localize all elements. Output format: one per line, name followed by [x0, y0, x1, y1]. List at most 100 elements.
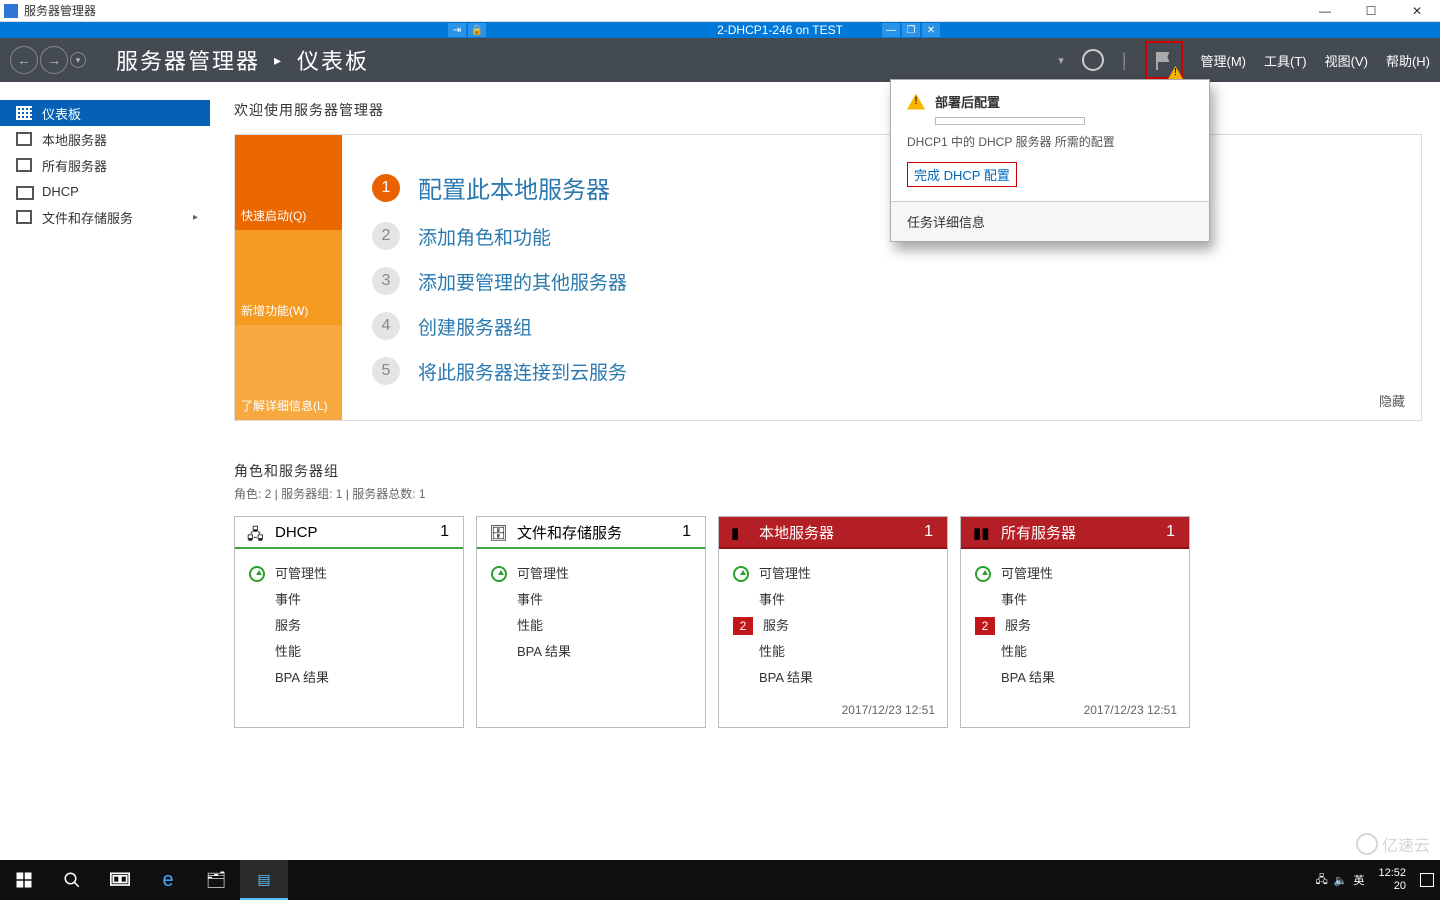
- sidebar-item-file-storage[interactable]: 文件和存储服务 ▸: [0, 204, 210, 230]
- search-icon: [63, 871, 81, 889]
- roles-section-title: 角色和服务器组: [234, 461, 1422, 481]
- nav-back-button[interactable]: ←: [10, 46, 38, 74]
- notifications-flag-button[interactable]: [1145, 41, 1183, 79]
- tile-row-performance[interactable]: 性能: [1001, 639, 1027, 665]
- sidebar-label: DHCP: [42, 184, 79, 199]
- tile-row-services[interactable]: 服务: [1005, 613, 1031, 639]
- tile-row-services[interactable]: 服务: [275, 613, 301, 639]
- tray-volume-icon[interactable]: 🔈: [1334, 874, 1348, 887]
- vm-pin-icon[interactable]: ⇥: [448, 23, 466, 37]
- alert-badge: 2: [733, 617, 753, 635]
- sidebar-item-all-servers[interactable]: 所有服务器: [0, 152, 210, 178]
- flag-icon: [1154, 50, 1174, 70]
- step-number: 5: [372, 357, 400, 385]
- tile-title: DHCP: [275, 524, 318, 541]
- tile-file-storage[interactable]: 🗄 文件和存储服务 1 可管理性 事件 性能 BPA 结果: [476, 516, 706, 728]
- nav-dropdown-button[interactable]: ▾: [70, 52, 86, 68]
- status-up-icon: [975, 566, 991, 582]
- dashboard-icon: [16, 106, 32, 120]
- taskbar-taskview-button[interactable]: [96, 860, 144, 900]
- refresh-icon[interactable]: [1082, 49, 1104, 71]
- menu-help[interactable]: 帮助(H): [1386, 51, 1430, 70]
- tile-timestamp: 2017/12/23 12:51: [961, 697, 1189, 727]
- storage-icon: [16, 210, 32, 224]
- start-button[interactable]: [0, 860, 48, 900]
- tile-row-performance[interactable]: 性能: [517, 613, 543, 639]
- alert-badge: 2: [975, 617, 995, 635]
- tray-clock[interactable]: 12:52 20: [1370, 867, 1414, 893]
- vm-lock-icon[interactable]: 🔒: [468, 23, 486, 37]
- tile-row-manageability[interactable]: 可管理性: [1001, 561, 1053, 587]
- header-dropdown-icon[interactable]: ▾: [1058, 54, 1064, 67]
- taskbar-explorer-button[interactable]: 🗂: [192, 860, 240, 900]
- complete-dhcp-config-link[interactable]: 完成 DHCP 配置: [907, 162, 1017, 187]
- host-minimize-button[interactable]: ―: [1302, 0, 1348, 22]
- step-add-other-servers[interactable]: 添加要管理的其他服务器: [418, 268, 627, 295]
- step-connect-cloud[interactable]: 将此服务器连接到云服务: [418, 358, 627, 385]
- sidebar-label: 仪表板: [42, 104, 81, 123]
- clock-date: 20: [1378, 880, 1406, 893]
- tile-row-manageability[interactable]: 可管理性: [275, 561, 327, 587]
- vm-minimize-button[interactable]: ―: [882, 23, 900, 37]
- host-maximize-button[interactable]: ☐: [1348, 0, 1394, 22]
- folder-icon: 🗂: [206, 870, 226, 890]
- tile-row-performance[interactable]: 性能: [275, 639, 301, 665]
- taskbar-ie-button[interactable]: e: [144, 860, 192, 900]
- tile-footer: [235, 697, 463, 727]
- hero-tab-learnmore[interactable]: 了解详细信息(L): [235, 325, 342, 420]
- tray-network-icon[interactable]: 🖧: [1316, 871, 1328, 890]
- step-configure-local-server[interactable]: 配置此本地服务器: [418, 170, 610, 205]
- chevron-right-icon: ▸: [193, 212, 198, 223]
- host-close-button[interactable]: ✕: [1394, 0, 1440, 22]
- sidebar-item-dhcp[interactable]: DHCP: [0, 178, 210, 204]
- step-add-roles[interactable]: 添加角色和功能: [418, 223, 551, 250]
- menu-view[interactable]: 视图(V): [1325, 51, 1368, 70]
- sidebar-item-local-server[interactable]: 本地服务器: [0, 126, 210, 152]
- tray-notifications-icon[interactable]: [1420, 873, 1434, 887]
- hero-hide-link[interactable]: 隐藏: [1379, 391, 1405, 410]
- hero-tab-quickstart[interactable]: 快速启动(Q): [235, 135, 342, 230]
- server-icon: ▮: [731, 524, 747, 540]
- tile-dhcp[interactable]: 🖧 DHCP 1 可管理性 事件 服务 性能 BPA 结果: [234, 516, 464, 728]
- watermark-icon: [1356, 833, 1378, 855]
- tile-row-services[interactable]: 服务: [763, 613, 789, 639]
- taskbar-search-button[interactable]: [48, 860, 96, 900]
- tile-row-performance[interactable]: 性能: [759, 639, 785, 665]
- tile-local-server[interactable]: ▮ 本地服务器 1 可管理性 事件 2服务 性能 BPA 结果 2017/12/…: [718, 516, 948, 728]
- main-content: 欢迎使用服务器管理器 快速启动(Q) 新增功能(W) 了解详细信息(L) 1配置…: [210, 82, 1440, 860]
- tile-title: 所有服务器: [1001, 522, 1076, 543]
- status-up-icon: [733, 566, 749, 582]
- tile-row-bpa[interactable]: BPA 结果: [275, 665, 329, 691]
- dhcp-icon: 🖧: [247, 524, 263, 540]
- tile-footer: [477, 697, 705, 727]
- nav-forward-button[interactable]: →: [40, 46, 68, 74]
- tile-row-bpa[interactable]: BPA 结果: [517, 639, 571, 665]
- taskbar-server-manager-button[interactable]: ▤: [240, 860, 288, 900]
- sidebar-item-dashboard[interactable]: 仪表板: [0, 100, 210, 126]
- sidebar-label: 文件和存储服务: [42, 208, 133, 227]
- host-window-title: 服务器管理器: [24, 2, 96, 19]
- breadcrumb-page: 仪表板: [297, 44, 369, 76]
- warning-icon: [907, 94, 925, 110]
- sidebar-label: 本地服务器: [42, 130, 107, 149]
- tile-row-events[interactable]: 事件: [275, 587, 301, 613]
- vm-close-button[interactable]: ✕: [922, 23, 940, 37]
- breadcrumb-root[interactable]: 服务器管理器: [116, 44, 260, 76]
- menu-tools[interactable]: 工具(T): [1264, 51, 1307, 70]
- tile-row-manageability[interactable]: 可管理性: [517, 561, 569, 587]
- flyout-task-details-link[interactable]: 任务详细信息: [891, 201, 1209, 241]
- tile-row-bpa[interactable]: BPA 结果: [759, 665, 813, 691]
- hero-tab-whatsnew[interactable]: 新增功能(W): [235, 230, 342, 325]
- tile-row-events[interactable]: 事件: [759, 587, 785, 613]
- flyout-progress-bar: [935, 117, 1085, 125]
- tile-all-servers[interactable]: ▮▮ 所有服务器 1 可管理性 事件 2服务 性能 BPA 结果 2017/12…: [960, 516, 1190, 728]
- menu-manage[interactable]: 管理(M): [1201, 51, 1247, 70]
- tray-ime-indicator[interactable]: 英: [1353, 872, 1364, 888]
- vm-restore-button[interactable]: ❐: [902, 23, 920, 37]
- tile-row-bpa[interactable]: BPA 结果: [1001, 665, 1055, 691]
- step-create-group[interactable]: 创建服务器组: [418, 313, 532, 340]
- tile-row-events[interactable]: 事件: [517, 587, 543, 613]
- status-up-icon: [491, 566, 507, 582]
- tile-row-events[interactable]: 事件: [1001, 587, 1027, 613]
- tile-row-manageability[interactable]: 可管理性: [759, 561, 811, 587]
